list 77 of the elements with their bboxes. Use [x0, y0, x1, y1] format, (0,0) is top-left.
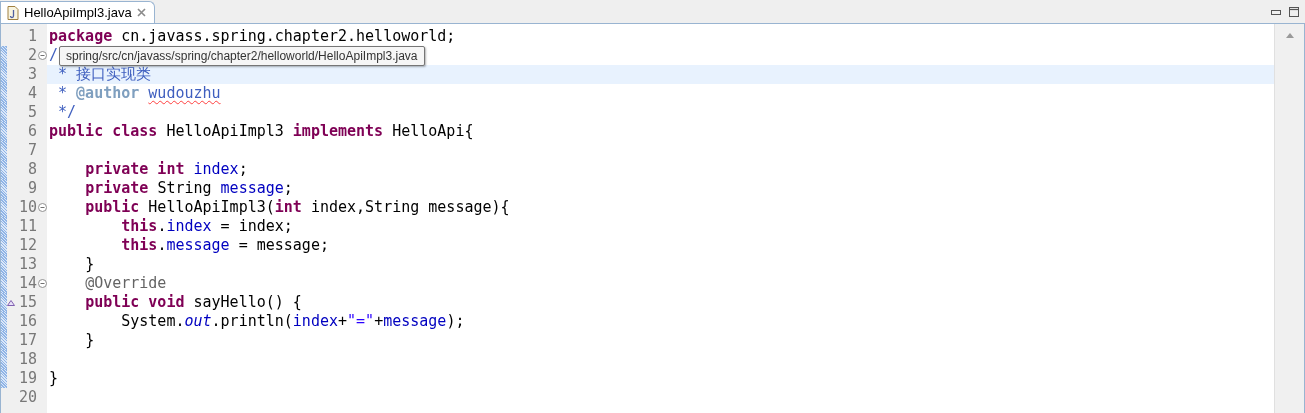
code-token: public class — [49, 122, 159, 140]
line-number: 14 — [18, 274, 37, 293]
line-number: 17 — [18, 331, 37, 350]
code-token: private — [85, 179, 150, 197]
collapse-icon[interactable] — [37, 51, 47, 60]
code-token: } — [85, 331, 95, 349]
line-number: 12 — [18, 236, 37, 255]
editor-tab[interactable]: HelloApiImpl3.java — [0, 1, 155, 23]
code-token: * — [58, 84, 69, 102]
close-icon[interactable] — [136, 8, 146, 17]
code-token: message — [166, 236, 230, 254]
line-number: 20 — [18, 388, 37, 407]
code-token: index — [193, 160, 239, 178]
line-number: 16 — [18, 312, 37, 331]
code-token: + — [338, 312, 348, 330]
code-token: int — [274, 198, 303, 216]
line-number: 13 — [18, 255, 37, 274]
code-token: index,String message){ — [310, 198, 510, 216]
code-token: public — [85, 198, 141, 216]
java-file-icon — [7, 5, 19, 20]
code-token: message — [383, 312, 447, 330]
collapse-icon[interactable] — [37, 279, 47, 288]
code-token: = message; — [238, 236, 329, 254]
code-token: . — [157, 217, 167, 235]
line-number: 18 — [18, 350, 37, 369]
code-token: this — [121, 217, 158, 235]
line-number: 15 — [18, 293, 37, 312]
line-number: 1 — [27, 27, 37, 46]
code-token: out — [184, 312, 212, 330]
code-token: HelloApiImpl3( — [148, 198, 275, 216]
maximize-icon[interactable] — [1289, 7, 1299, 17]
code-token: ; — [238, 160, 248, 178]
code-token: "=" — [347, 312, 375, 330]
code-token: .println( — [211, 312, 293, 330]
code-token: public void — [85, 293, 186, 311]
code-token: + — [374, 312, 384, 330]
code-token: cn.javass.spring.chapter2.helloworld; — [121, 27, 456, 45]
line-number: 7 — [27, 141, 37, 160]
code-token: HelloApi{ — [392, 122, 474, 140]
code-token: System. — [121, 312, 185, 330]
code-token: package — [49, 27, 114, 45]
line-number: 19 — [18, 369, 37, 388]
code-token: implements — [292, 122, 385, 140]
line-number: 10 — [18, 198, 37, 217]
line-number: 5 — [27, 103, 37, 122]
code-token: } — [49, 369, 59, 387]
code-token: wudouzhu — [148, 84, 221, 102]
code-token: @Override — [85, 274, 167, 292]
minimize-icon[interactable] — [1271, 9, 1281, 15]
code-token: index — [166, 217, 212, 235]
path-tooltip: spring/src/cn/javass/spring/chapter2/helloworld/HelloApiImpl3.java — [59, 46, 425, 66]
code-token: ); — [446, 312, 465, 330]
code-token: message — [220, 179, 284, 197]
line-number: 8 — [27, 160, 37, 179]
line-number: 6 — [27, 122, 37, 141]
code-token: } — [85, 255, 95, 273]
code-token: String — [157, 179, 213, 197]
code-token: private int — [85, 160, 186, 178]
collapse-icon[interactable] — [37, 203, 47, 212]
code-token: ; — [283, 179, 293, 197]
scroll-up-icon[interactable] — [1285, 33, 1294, 38]
code-token: @author — [76, 84, 141, 102]
line-number: 3 — [27, 65, 37, 84]
line-number: 11 — [18, 217, 37, 236]
line-number: 2 — [27, 46, 37, 65]
code-token: * 接口实现类 — [58, 65, 152, 83]
code-token: . — [157, 236, 167, 254]
code-token: sayHello() { — [193, 293, 302, 311]
code-token: */ — [58, 103, 77, 121]
tab-title: HelloApiImpl3.java — [24, 3, 132, 22]
code-token: this — [121, 236, 158, 254]
code-token: = index; — [220, 217, 293, 235]
code-token: index — [292, 312, 338, 330]
line-number: 4 — [27, 84, 37, 103]
line-number: 9 — [27, 179, 37, 198]
code-token: / — [49, 46, 59, 64]
code-token: HelloApiImpl3 — [166, 122, 285, 140]
